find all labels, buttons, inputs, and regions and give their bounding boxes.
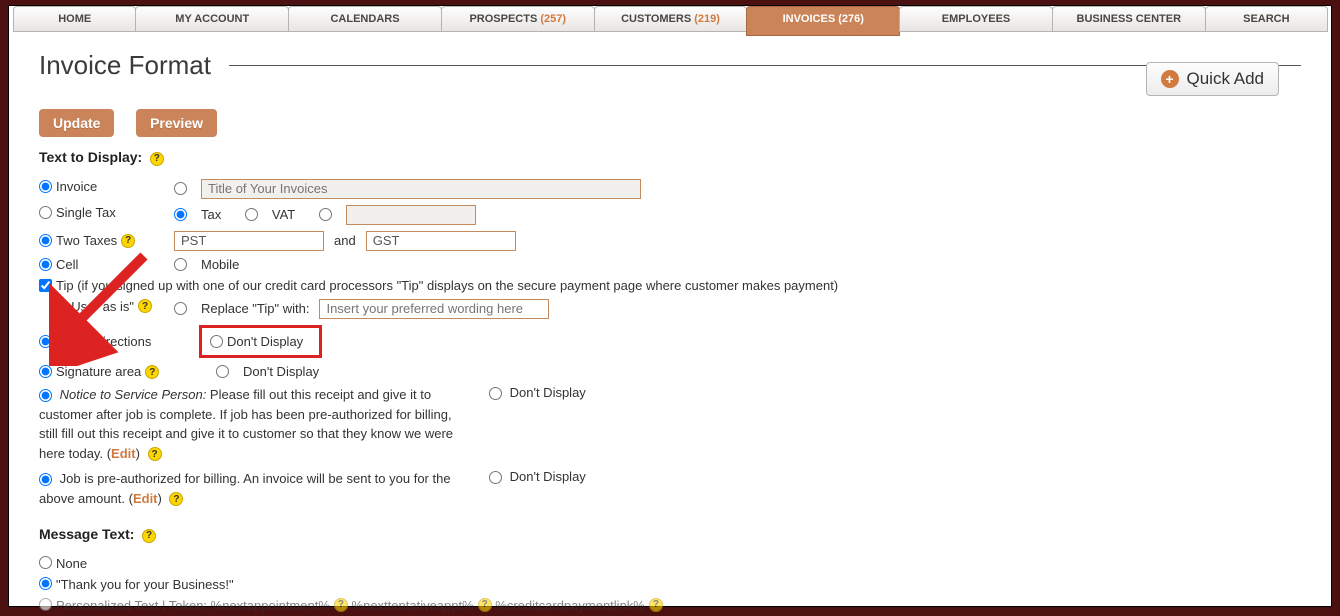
checkbox-tip[interactable] [39, 279, 52, 292]
label-cell: Cell [56, 257, 78, 272]
radio-tip-replace[interactable] [174, 302, 187, 315]
help-icon-two-taxes[interactable]: ? [121, 234, 135, 248]
help-icon-signature[interactable]: ? [145, 365, 159, 379]
label-notice-dont-display: Don't Display [510, 385, 586, 400]
tab-customers-count: (219) [694, 13, 720, 25]
label-msg-thanks: "Thank you for your Business!" [56, 577, 234, 592]
label-notes: Notes/Directions [56, 334, 151, 349]
quick-add-button[interactable]: + Quick Add [1146, 62, 1280, 96]
text-to-display-heading: Text to Display: ? [39, 149, 1301, 166]
help-icon-preauth[interactable]: ? [169, 492, 183, 506]
radio-preauth-dont-display[interactable] [489, 471, 502, 484]
radio-msg-none[interactable] [39, 556, 52, 569]
label-msg-personal: Personalized Text | Token: %nextappointm… [56, 598, 330, 613]
page-title: Invoice Format [39, 50, 1301, 81]
input-invoice-title[interactable] [201, 179, 641, 199]
quick-add-label: Quick Add [1187, 69, 1265, 89]
radio-notice[interactable] [39, 389, 52, 402]
radio-signature-dont-display[interactable] [216, 365, 229, 378]
label-tax: Tax [201, 207, 221, 222]
edit-preauth-link[interactable]: Edit [133, 491, 158, 506]
radio-two-taxes[interactable] [39, 234, 52, 247]
highlight-box: Don't Display [199, 325, 322, 358]
tab-search[interactable]: SEARCH [1205, 6, 1328, 32]
input-tip-replace[interactable] [319, 299, 549, 319]
message-text-heading: Message Text: ? [39, 526, 1301, 543]
label-tip-replace: Replace "Tip" with: [201, 301, 309, 316]
tab-business-center[interactable]: BUSINESS CENTER [1052, 6, 1206, 32]
tab-my-account[interactable]: MY ACCOUNT [135, 6, 289, 32]
section2-label: Message Text: [39, 526, 134, 542]
label-tip-asis: Use "as is" [71, 299, 134, 314]
radio-invoice-title[interactable] [174, 182, 187, 195]
label-and: and [334, 233, 356, 248]
tab-prospects-label: PROSPECTS [469, 13, 537, 25]
radio-mobile[interactable] [174, 258, 187, 271]
tab-calendars[interactable]: CALENDARS [288, 6, 442, 32]
help-icon-tip-asis[interactable]: ? [138, 299, 152, 313]
label-msg-none: None [56, 556, 87, 571]
section-label: Text to Display: [39, 149, 142, 165]
page-title-text: Invoice Format [39, 50, 211, 81]
radio-notice-dont-display[interactable] [489, 387, 502, 400]
tab-home[interactable]: HOME [13, 6, 136, 32]
plus-icon: + [1161, 70, 1179, 88]
radio-notes[interactable] [39, 335, 52, 348]
token2: %nexttentativeappt% [352, 598, 474, 613]
tab-customers-label: CUSTOMERS [621, 13, 691, 25]
main-tabs: HOME MY ACCOUNT CALENDARS PROSPECTS (257… [13, 6, 1327, 32]
token3: %creditcardpaymentlink% [495, 598, 645, 613]
preauth-text: Job is pre-authorized for billing. An in… [39, 471, 451, 506]
action-buttons: Update Preview [39, 109, 1301, 137]
tab-invoices[interactable]: INVOICES (276) [746, 6, 900, 36]
radio-msg-personal[interactable] [39, 598, 52, 611]
label-signature: Signature area [56, 364, 141, 380]
radio-notes-dont-display[interactable] [210, 335, 223, 348]
input-tax1[interactable] [174, 231, 324, 251]
radio-msg-thanks[interactable] [39, 577, 52, 590]
radio-preauth[interactable] [39, 473, 52, 486]
label-single-tax: Single Tax [56, 205, 116, 220]
preview-button[interactable]: Preview [136, 109, 217, 137]
radio-tax[interactable] [174, 208, 187, 221]
radio-cell[interactable] [39, 258, 52, 271]
tab-invoices-count: (276) [838, 13, 864, 25]
radio-single-tax[interactable] [39, 206, 52, 219]
help-icon-tok2[interactable]: ? [478, 598, 492, 612]
input-tax-custom[interactable] [346, 205, 476, 225]
radio-tax-custom[interactable] [319, 208, 332, 221]
label-invoice: Invoice [56, 179, 97, 194]
help-icon[interactable]: ? [150, 152, 164, 166]
radio-signature[interactable] [39, 365, 52, 378]
label-preauth-dont-display: Don't Display [510, 469, 586, 484]
tab-employees[interactable]: EMPLOYEES [899, 6, 1053, 32]
update-button[interactable]: Update [39, 109, 114, 137]
help-icon-notice[interactable]: ? [148, 447, 162, 461]
label-mobile: Mobile [201, 257, 239, 272]
tab-customers[interactable]: CUSTOMERS (219) [594, 6, 748, 32]
tab-invoices-label: INVOICES [783, 13, 836, 25]
label-two-taxes: Two Taxes [56, 233, 117, 248]
title-rule [229, 65, 1301, 66]
input-tax2[interactable] [366, 231, 516, 251]
help-icon-tok3[interactable]: ? [649, 598, 663, 612]
label-notice-lead: Notice to Service Person: [60, 387, 210, 402]
label-notes-dont-display: Don't Display [227, 334, 303, 349]
label-tip: Tip (if you signed up with one of our cr… [56, 278, 838, 293]
edit-notice-link[interactable]: Edit [111, 446, 136, 461]
label-signature-dont-display: Don't Display [243, 364, 319, 379]
help-icon-message[interactable]: ? [142, 529, 156, 543]
radio-vat[interactable] [245, 208, 258, 221]
help-icon-tok1[interactable]: ? [334, 598, 348, 612]
tab-prospects[interactable]: PROSPECTS (257) [441, 6, 595, 32]
label-vat: VAT [272, 207, 295, 222]
tab-prospects-count: (257) [540, 13, 566, 25]
radio-invoice[interactable] [39, 180, 52, 193]
